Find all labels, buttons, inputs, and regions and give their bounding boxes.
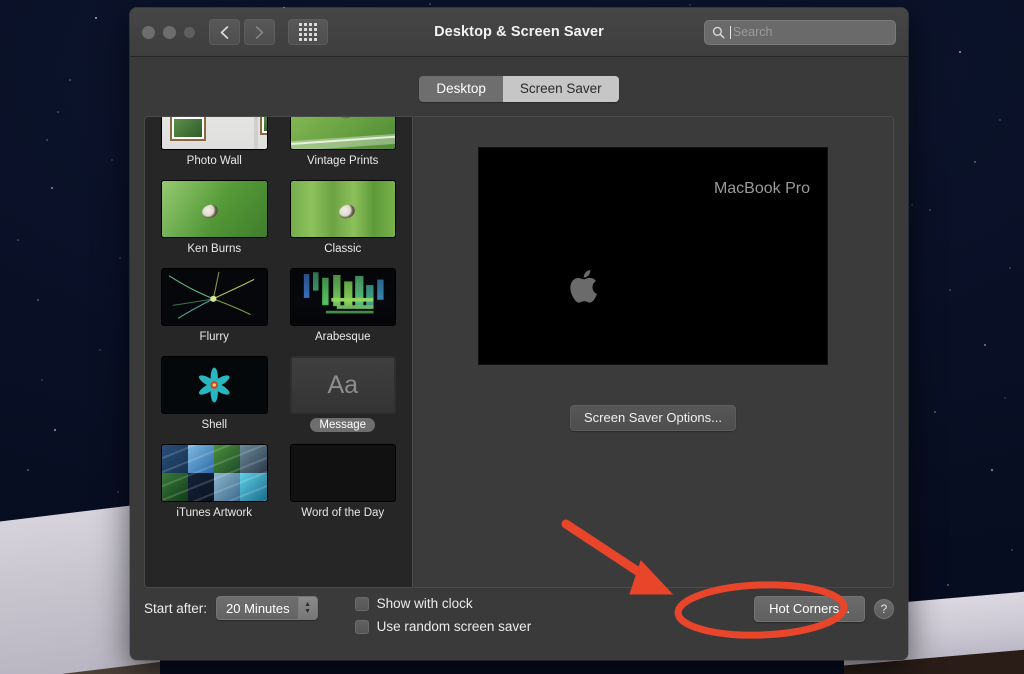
screen-saver-label: Classic <box>324 243 362 255</box>
thumbnail-arabesque <box>289 268 396 326</box>
thumbnail-shell <box>161 356 268 414</box>
screen-saver-item-word-of-the-day[interactable]: graphy lexicog bulary Word of the Day <box>289 444 396 522</box>
tab-screen-saver[interactable]: Screen Saver <box>502 76 619 102</box>
screen-saver-item-vintage-prints[interactable]: Vintage Prints <box>289 117 396 170</box>
zoom-button[interactable] <box>184 26 195 38</box>
chevron-right-icon <box>255 25 264 39</box>
thumbnail-vintage-prints <box>289 117 396 150</box>
thumbnail-message: Aa <box>289 356 396 414</box>
screen-saver-label: Arabesque <box>314 331 371 343</box>
navigation-buttons <box>209 19 275 45</box>
tab-desktop[interactable]: Desktop <box>419 76 503 102</box>
traffic-lights <box>142 25 195 39</box>
hot-corners-button[interactable]: Hot Corners... <box>754 596 865 622</box>
thumbnail-ken-burns <box>161 180 268 238</box>
close-button[interactable] <box>142 25 155 39</box>
minimize-button[interactable] <box>163 25 176 39</box>
thumbnail-itunes-artwork <box>161 444 268 502</box>
screen-saver-label: iTunes Artwork <box>176 507 253 519</box>
forward-button[interactable] <box>244 19 275 45</box>
stepper-up: ▲ <box>304 601 312 608</box>
start-after-value: 20 Minutes <box>226 600 290 616</box>
text-caret <box>730 25 731 39</box>
back-button[interactable] <box>209 19 240 45</box>
screen-saver-item-arabesque[interactable]: Arabesque <box>289 268 396 346</box>
screen-saver-label: Flurry <box>199 331 229 343</box>
checkbox-box[interactable] <box>354 596 369 611</box>
stepper-down: ▼ <box>304 608 312 615</box>
thumbnail-photo-wall <box>161 117 268 150</box>
screen-saver-list[interactable]: Photo Wall Vintage Prints Ken Burns Clas… <box>145 117 413 587</box>
screen-saver-item-itunes-artwork[interactable]: iTunes Artwork <box>161 444 268 522</box>
screen-saver-label: Vintage Prints <box>307 155 379 167</box>
start-after-control: Start after: 20 Minutes ▲ ▼ <box>144 596 318 620</box>
screen-saver-options-button[interactable]: Screen Saver Options... <box>569 405 736 431</box>
screen-saver-grid: Photo Wall Vintage Prints Ken Burns Clas… <box>161 117 396 522</box>
thumbnail-word-of-the-day: graphy lexicog bulary <box>289 444 396 502</box>
system-preferences-window: Desktop & Screen Saver Desktop Screen Sa… <box>130 8 908 660</box>
search-field[interactable] <box>704 19 896 45</box>
tab-bar: Desktop Screen Saver <box>144 76 894 102</box>
screen-saver-label: Photo Wall <box>186 155 242 167</box>
help-button[interactable]: ? <box>874 599 894 619</box>
search-icon <box>712 26 725 38</box>
preview-pane: MacBook Pro Screen Saver Options... <box>413 117 893 587</box>
show-all-button[interactable] <box>288 19 328 45</box>
bottom-right-buttons: Hot Corners... ? <box>754 596 894 622</box>
checkbox-use-random-screen-saver[interactable]: Use random screen saver <box>354 619 532 634</box>
search-input[interactable] <box>732 25 888 39</box>
screen-saver-label-selected: Message <box>310 418 376 432</box>
message-glyph: Aa <box>327 370 359 399</box>
chevron-left-icon <box>220 25 229 39</box>
screen-saver-item-flurry[interactable]: Flurry <box>161 268 268 346</box>
checkbox-label: Show with clock <box>376 596 473 611</box>
checkbox-group: Show with clock Use random screen saver <box>354 596 532 634</box>
bottom-controls: Start after: 20 Minutes ▲ ▼ Show with cl… <box>144 588 894 650</box>
thumbnail-flurry <box>161 268 268 326</box>
window-body: Desktop Screen Saver Photo Wall Vintage … <box>130 57 908 660</box>
content-panel: Photo Wall Vintage Prints Ken Burns Clas… <box>144 116 894 588</box>
screen-saver-label: Word of the Day <box>301 507 385 519</box>
screen-saver-item-message[interactable]: Aa Message <box>289 356 396 434</box>
screen-saver-item-shell[interactable]: Shell <box>161 356 268 434</box>
thumbnail-classic <box>289 180 396 238</box>
screen-saver-preview[interactable]: MacBook Pro <box>479 148 827 364</box>
apple-logo-icon <box>570 270 597 303</box>
screen-saver-item-classic[interactable]: Classic <box>289 180 396 258</box>
start-after-dropdown[interactable]: 20 Minutes ▲ ▼ <box>216 596 318 620</box>
start-after-label: Start after: <box>144 600 208 616</box>
screen-saver-label: Shell <box>201 419 228 431</box>
checkbox-box[interactable] <box>354 619 369 634</box>
screen-saver-label: Ken Burns <box>187 243 242 255</box>
checkbox-show-with-clock[interactable]: Show with clock <box>354 596 532 611</box>
tab-group: Desktop Screen Saver <box>419 76 619 102</box>
grid-icon <box>299 23 317 41</box>
preview-device-label: MacBook Pro <box>713 180 810 197</box>
window-titlebar[interactable]: Desktop & Screen Saver <box>130 8 908 57</box>
checkbox-label: Use random screen saver <box>376 619 532 634</box>
stepper-arrows-icon[interactable]: ▲ ▼ <box>297 597 317 619</box>
screen-saver-item-photo-wall[interactable]: Photo Wall <box>161 117 268 170</box>
screen-saver-item-ken-burns[interactable]: Ken Burns <box>161 180 268 258</box>
